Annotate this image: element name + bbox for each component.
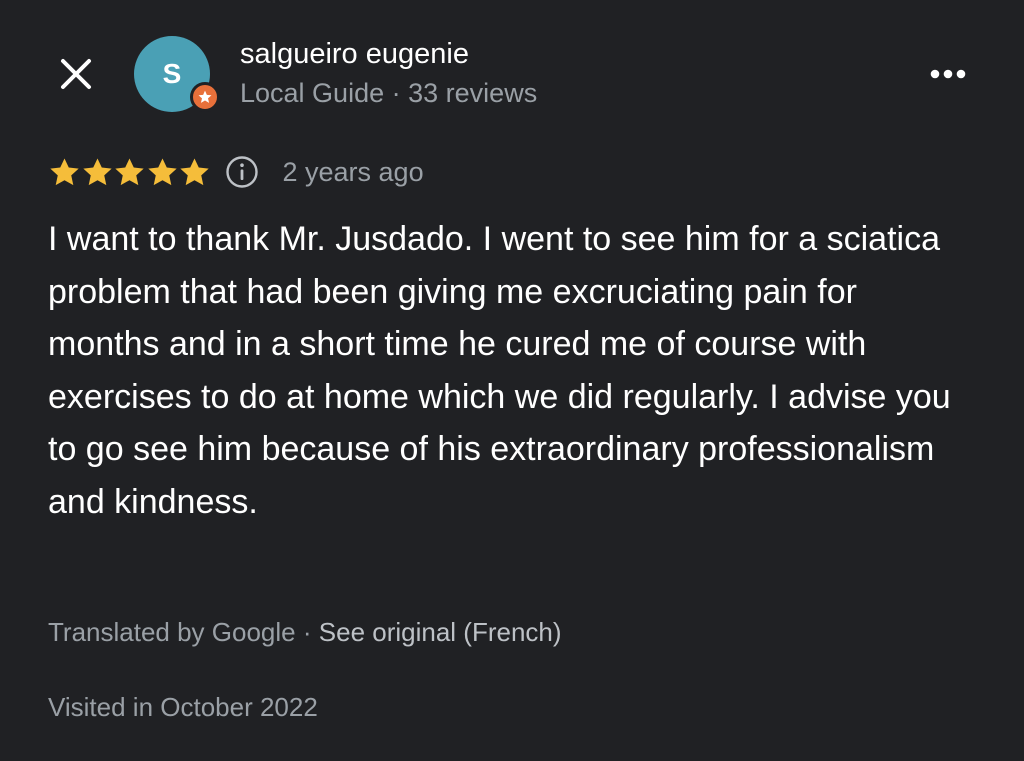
visited-date: Visited in October 2022 <box>48 692 318 722</box>
review-header: S salgueiro eugenie Local Guide · 33 rev… <box>0 0 1024 140</box>
translation-note: Translated by Google <box>48 617 296 647</box>
reviewer-avatar-group: S <box>134 36 220 116</box>
star-icon <box>82 157 112 185</box>
star-badge-icon <box>198 90 212 103</box>
star-icon <box>147 157 177 185</box>
review-count: 33 reviews <box>408 78 538 108</box>
star-rating <box>48 156 211 189</box>
star-icon <box>115 157 144 185</box>
translation-row: Translated by Google · See original (Fre… <box>48 617 562 648</box>
avatar-initial: S <box>162 58 182 89</box>
rating-row: 2 years ago <box>48 150 424 194</box>
local-guide-badge <box>190 82 220 112</box>
meta-separator: · <box>391 78 401 108</box>
star-icon <box>50 157 79 185</box>
more-options-button[interactable] <box>922 52 974 96</box>
reviewer-role: Local Guide <box>240 78 385 108</box>
close-icon <box>61 59 91 89</box>
reviewer-meta: Local Guide · 33 reviews <box>240 78 537 109</box>
review-text: I want to thank Mr. Jusdado. I went to s… <box>48 220 951 521</box>
close-button[interactable] <box>52 50 100 98</box>
see-original-link[interactable]: See original (French) <box>319 617 562 647</box>
more-options-icon <box>930 69 966 79</box>
reviewer-name[interactable]: salgueiro eugenie <box>240 38 469 71</box>
translation-separator: · <box>302 617 312 647</box>
review-time: 2 years ago <box>282 156 424 187</box>
star-icon <box>180 157 209 185</box>
info-icon[interactable] <box>225 155 259 189</box>
